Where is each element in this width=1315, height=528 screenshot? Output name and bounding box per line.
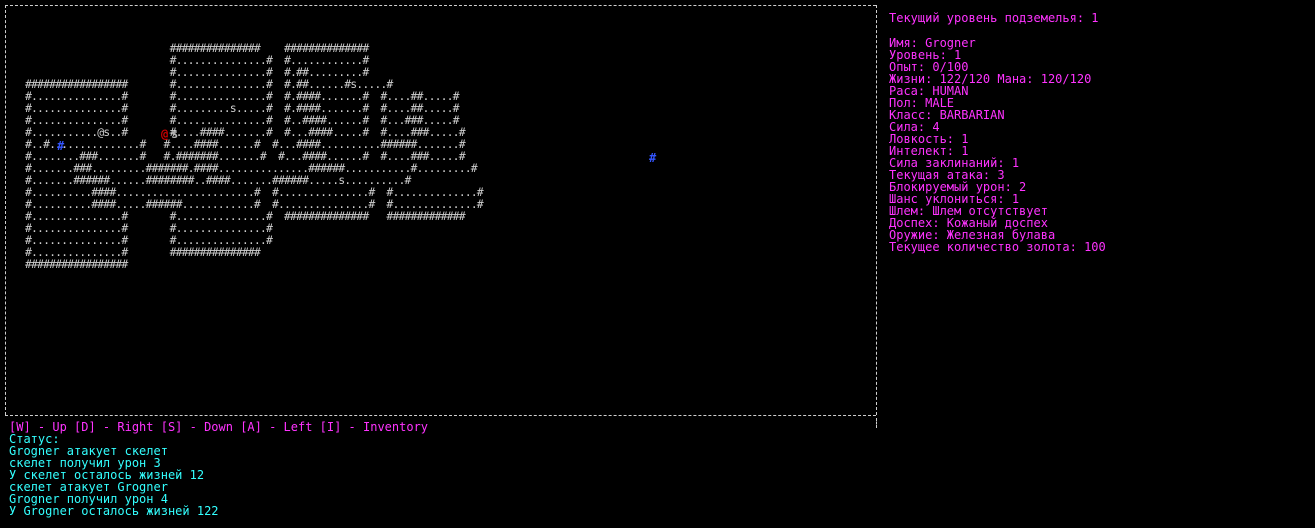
blue-marker-left: # <box>57 139 65 153</box>
map-frame: ############### ############## #........… <box>0 0 880 428</box>
status-log: Статус: Grogner атакует скелет скелет по… <box>9 433 219 517</box>
character-class: Класс: BARBARIAN <box>889 108 1005 122</box>
map-left-border <box>5 5 6 415</box>
map-top-border <box>5 5 876 6</box>
status-divider <box>876 418 877 428</box>
dungeon-level: Текущий уровень подземелья: 1 <box>889 11 1099 25</box>
status-line: У Grogner осталось жизней 122 <box>9 504 219 518</box>
map-right-border <box>876 5 877 415</box>
map-bottom-border <box>5 415 876 416</box>
dungeon-map: ############### ############## #........… <box>25 42 760 294</box>
character-gold: Текущее количество золота: 100 <box>889 240 1106 254</box>
character-panel: Текущий уровень подземелья: 1 Имя: Grogn… <box>889 12 1309 253</box>
blue-marker-right: # <box>649 151 657 165</box>
skeleton-enemy: s <box>171 127 179 141</box>
player-token: @ <box>161 127 169 141</box>
controls-hint: [W] - Up [D] - Right [S] - Down [A] - Le… <box>9 420 429 434</box>
